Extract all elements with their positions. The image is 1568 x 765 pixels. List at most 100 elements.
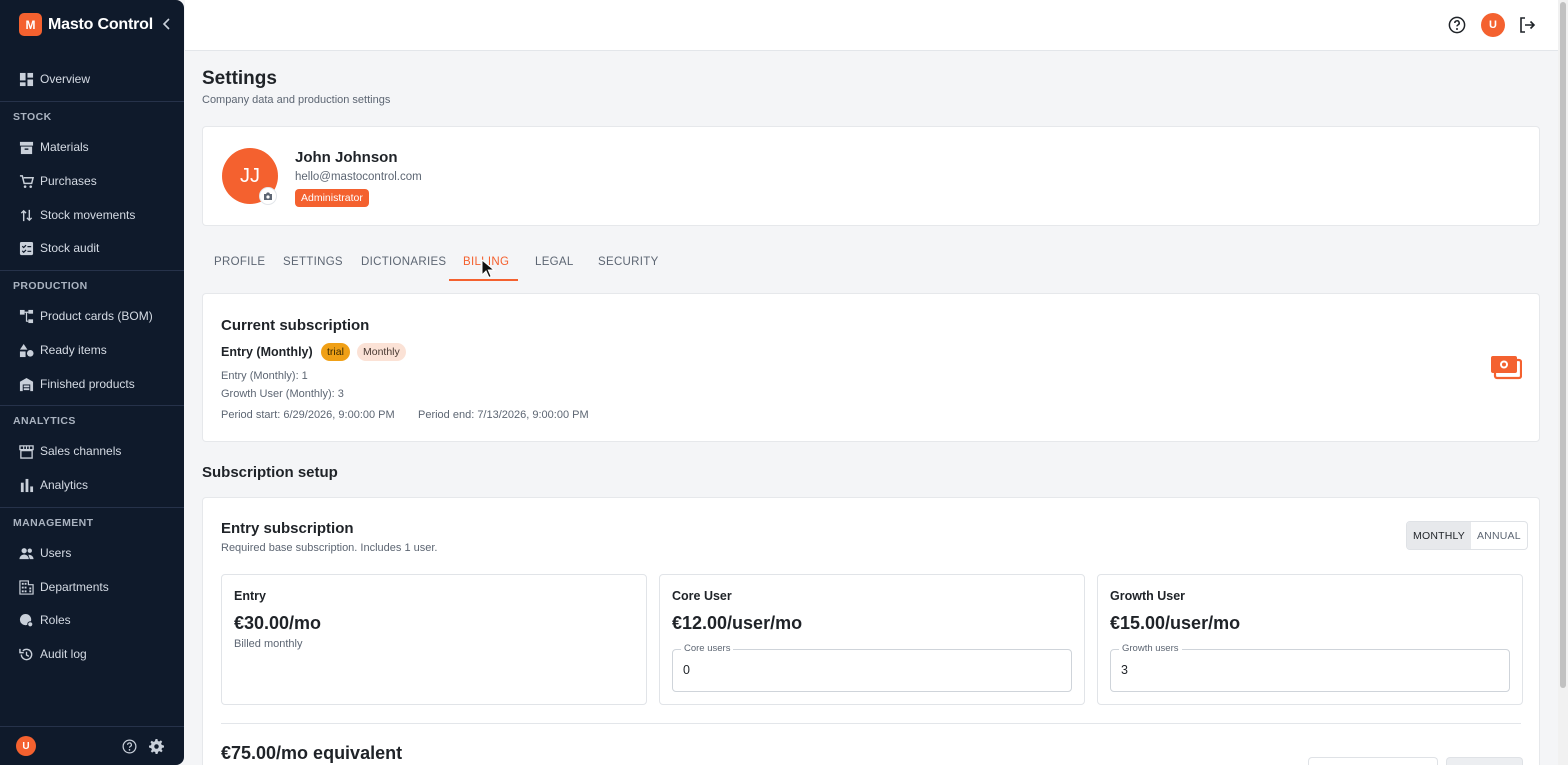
tab-profile[interactable]: PROFILE: [214, 256, 265, 268]
tab-legal[interactable]: LEGAL: [535, 256, 574, 268]
primary-button[interactable]: [1446, 757, 1523, 765]
checklist-icon: [19, 241, 34, 255]
entry-subscription-heading: Entry subscription: [221, 520, 354, 537]
section-label-production: PRODUCTION: [13, 280, 88, 292]
toggle-monthly[interactable]: MONTHLY: [1407, 522, 1471, 549]
archive-icon: [19, 141, 34, 154]
section-label-analytics: ANALYTICS: [13, 415, 76, 427]
sidebar-item-label: Ready items: [40, 343, 107, 357]
section-label-stock: STOCK: [13, 111, 52, 123]
sidebar-item-label: Roles: [40, 613, 71, 627]
subscription-line: Entry (Monthly): 1: [221, 370, 308, 382]
sidebar-footer: U: [0, 726, 184, 765]
subscription-setup-card: Entry subscription Required base subscri…: [202, 497, 1540, 765]
logout-icon[interactable]: [1518, 16, 1536, 34]
plan-card-entry: Entry €30.00/mo Billed monthly: [221, 574, 647, 705]
history-icon: [19, 648, 33, 660]
toggle-annual[interactable]: ANNUAL: [1471, 522, 1527, 549]
sidebar-item-roles[interactable]: Roles: [19, 610, 71, 630]
plan-note: Billed monthly: [234, 638, 303, 650]
camera-icon[interactable]: [259, 187, 277, 205]
swap-vertical-icon: [20, 209, 33, 221]
brand[interactable]: M Masto Control: [19, 13, 153, 36]
user-avatar[interactable]: U: [16, 736, 36, 756]
sidebar-item-label: Stock movements: [40, 208, 136, 222]
store-icon: [19, 444, 34, 459]
plan-card-growth-user: Growth User €15.00/user/mo Growth users: [1097, 574, 1523, 705]
mouse-cursor-icon: [481, 259, 495, 279]
secondary-button[interactable]: [1308, 757, 1438, 765]
growth-users-field[interactable]: Growth users: [1110, 643, 1510, 692]
dashboard-icon: [19, 72, 34, 86]
tab-security[interactable]: SECURITY: [598, 256, 659, 268]
sidebar-item-label: Audit log: [40, 647, 87, 661]
core-users-field[interactable]: Core users: [672, 643, 1072, 692]
sidebar-item-label: Sales channels: [40, 444, 122, 458]
sidebar-item-ready-items[interactable]: Ready items: [19, 340, 107, 360]
sidebar-item-audit-log[interactable]: Audit log: [19, 644, 87, 664]
growth-users-input[interactable]: [1121, 663, 1491, 677]
plan-title: Growth User: [1110, 589, 1186, 603]
sidebar-item-label: Materials: [40, 140, 89, 154]
profile-email: hello@mastocontrol.com: [295, 171, 422, 183]
sidebar-item-materials[interactable]: Materials: [19, 137, 89, 157]
status-badge: trial: [321, 343, 350, 361]
page-title: Settings: [202, 68, 277, 89]
plan-price: €15.00/user/mo: [1110, 613, 1241, 633]
cart-icon: [19, 174, 34, 188]
sidebar-item-stock-audit[interactable]: Stock audit: [19, 238, 99, 258]
bar-chart-icon: [20, 478, 34, 492]
scrollbar-thumb[interactable]: [1560, 2, 1566, 688]
plan-title: Entry: [234, 589, 266, 603]
help-icon[interactable]: [122, 739, 137, 754]
money-icon: [1491, 356, 1522, 380]
sidebar-item-purchases[interactable]: Purchases: [19, 171, 97, 191]
sidebar-item-label: Departments: [40, 580, 109, 594]
core-users-input[interactable]: [683, 663, 1053, 677]
sidebar-item-overview[interactable]: Overview: [19, 69, 90, 89]
warehouse-icon: [19, 377, 34, 391]
sidebar-divider: [0, 270, 184, 271]
tab-dictionaries[interactable]: DICTIONARIES: [361, 256, 446, 268]
top-bar: U: [185, 0, 1558, 51]
sidebar-item-label: Users: [40, 546, 72, 560]
sidebar-item-finished-products[interactable]: Finished products: [19, 374, 135, 394]
sidebar-item-product-cards[interactable]: Product cards (BOM): [19, 306, 153, 326]
sidebar-item-analytics[interactable]: Analytics: [19, 475, 88, 495]
sidebar: M Masto Control Overview STOCK Materials…: [0, 0, 184, 765]
period-end: Period end: 7/13/2026, 9:00:00 PM: [418, 409, 589, 421]
total-price: €75.00/mo equivalent: [221, 743, 403, 763]
help-icon[interactable]: [1448, 16, 1466, 34]
brand-name: Masto Control: [48, 15, 153, 33]
sidebar-item-departments[interactable]: Departments: [19, 577, 109, 597]
sidebar-item-label: Overview: [40, 72, 91, 86]
user-avatar[interactable]: U: [1481, 13, 1505, 37]
divider: [221, 723, 1521, 724]
current-subscription-card: Current subscription Entry (Monthly) tri…: [202, 293, 1540, 442]
field-label: Growth users: [1119, 643, 1182, 654]
sidebar-item-stock-movements[interactable]: Stock movements: [19, 205, 135, 225]
tab-settings[interactable]: SETTINGS: [283, 256, 343, 268]
profile-name: John Johnson: [295, 149, 398, 166]
plan-name: Entry (Monthly): [221, 345, 313, 359]
sidebar-divider: [0, 101, 184, 102]
shapes-icon: [19, 343, 34, 357]
period-badge: Monthly: [357, 343, 406, 361]
subscription-setup-heading: Subscription setup: [202, 464, 338, 481]
plan-price: €12.00/user/mo: [672, 613, 803, 633]
brand-logo: M: [19, 13, 42, 36]
sidebar-item-sales-channels[interactable]: Sales channels: [19, 441, 121, 461]
sidebar-item-label: Stock audit: [40, 241, 100, 255]
field-label: Core users: [681, 643, 734, 654]
sidebar-item-users[interactable]: Users: [19, 543, 71, 563]
section-label-management: MANAGEMENT: [13, 517, 94, 529]
collapse-chevron-icon[interactable]: [160, 16, 174, 32]
tree-icon: [19, 309, 34, 323]
sidebar-divider: [0, 405, 184, 406]
page-subtitle: Company data and production settings: [202, 94, 391, 106]
plan-card-core-user: Core User €12.00/user/mo Core users: [659, 574, 1085, 705]
role-badge: Administrator: [295, 189, 369, 207]
users-icon: [19, 547, 34, 559]
settings-gear-icon[interactable]: [149, 739, 164, 754]
period-start: Period start: 6/29/2026, 9:00:00 PM: [221, 409, 395, 421]
